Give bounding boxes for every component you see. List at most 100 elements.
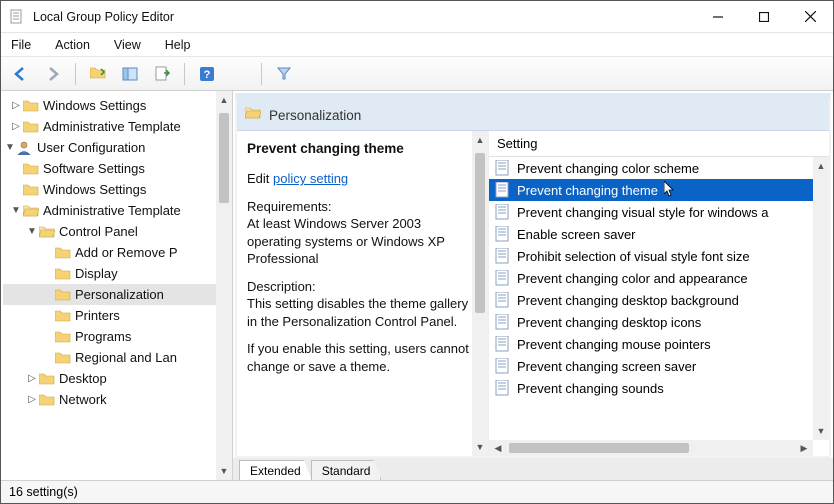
setting-item-label: Prevent changing theme xyxy=(517,183,658,198)
caret-collapsed-icon[interactable]: ▷ xyxy=(9,121,23,132)
policy-icon xyxy=(495,270,511,286)
titlebar: Local Group Policy Editor xyxy=(1,1,833,33)
minimize-button[interactable] xyxy=(695,1,741,32)
setting-item-label: Prevent changing sounds xyxy=(517,381,664,396)
tree-item-label: User Configuration xyxy=(37,140,145,155)
menu-file[interactable]: File xyxy=(11,38,31,52)
tree-item-network[interactable]: ▷ Network xyxy=(3,389,230,410)
tab-standard[interactable]: Standard xyxy=(311,460,382,480)
list-scrollbar[interactable]: ▲ ▼ xyxy=(813,157,829,440)
scroll-thumb[interactable] xyxy=(475,153,485,313)
tree-scrollbar[interactable]: ▲ ▼ xyxy=(216,91,232,480)
tree-item-label: Display xyxy=(75,266,118,281)
scroll-thumb[interactable] xyxy=(509,443,689,453)
setting-item[interactable]: Prevent changing sounds xyxy=(489,377,813,399)
setting-item[interactable]: Prevent changing mouse pointers xyxy=(489,333,813,355)
folder-icon xyxy=(55,288,71,302)
export-button[interactable] xyxy=(148,61,176,87)
setting-item-label: Prevent changing color scheme xyxy=(517,161,699,176)
folder-icon xyxy=(23,204,39,218)
setting-item[interactable]: Enable screen saver xyxy=(489,223,813,245)
tree-item-regional-and-lan[interactable]: Regional and Lan xyxy=(3,347,230,368)
folder-icon xyxy=(55,246,71,260)
scroll-down-icon[interactable]: ▼ xyxy=(216,462,232,480)
scroll-up-icon[interactable]: ▲ xyxy=(813,157,829,175)
scroll-left-icon[interactable]: ◀ xyxy=(489,443,507,454)
setting-item[interactable]: Prevent changing color scheme xyxy=(489,157,813,179)
back-button[interactable] xyxy=(7,61,35,87)
tree-item-add-or-remove-p[interactable]: Add or Remove P xyxy=(3,242,230,263)
tree-item-windows-settings[interactable]: ▷Windows Settings xyxy=(3,95,230,116)
policy-icon xyxy=(495,292,511,308)
maximize-button[interactable] xyxy=(741,1,787,32)
filter-button[interactable] xyxy=(270,61,298,87)
policy-icon xyxy=(495,204,511,220)
caret-collapsed-icon[interactable]: ▷ xyxy=(25,373,39,384)
setting-title: Prevent changing theme xyxy=(247,141,478,156)
main-split: ▷Windows Settings▷Administrative Templat… xyxy=(1,91,833,481)
tree-item-control-panel[interactable]: ▼Control Panel xyxy=(3,221,230,242)
user-icon xyxy=(17,141,33,155)
tree-item-administrative-template[interactable]: ▼ Administrative Template xyxy=(3,200,230,221)
description-footer: If you enable this setting, users cannot… xyxy=(247,340,478,375)
up-button[interactable] xyxy=(84,61,112,87)
bottom-tabs: Extended Standard xyxy=(233,458,833,480)
setting-item-label: Prevent changing screen saver xyxy=(517,359,696,374)
scroll-thumb[interactable] xyxy=(219,113,229,203)
folder-icon xyxy=(55,330,71,344)
setting-item[interactable]: Prohibit selection of visual style font … xyxy=(489,245,813,267)
edit-policy-link[interactable]: policy setting xyxy=(273,171,348,186)
tree-item-programs[interactable]: Programs xyxy=(3,326,230,347)
tab-extended[interactable]: Extended xyxy=(239,460,312,480)
setting-item-label: Prevent changing color and appearance xyxy=(517,271,748,286)
tree-item-label: Network xyxy=(59,392,107,407)
setting-item[interactable]: Prevent changing desktop icons xyxy=(489,311,813,333)
description-label: Description: xyxy=(247,279,316,294)
menu-action[interactable]: Action xyxy=(55,38,90,52)
content-header: Personalization xyxy=(237,101,829,131)
tree-item-windows-settings[interactable]: Windows Settings xyxy=(3,179,230,200)
folder-icon xyxy=(23,162,39,176)
setting-item-label: Prevent changing desktop background xyxy=(517,293,739,308)
window-title: Local Group Policy Editor xyxy=(33,10,695,24)
tree-item-desktop[interactable]: ▷Desktop xyxy=(3,368,230,389)
setting-item[interactable]: Prevent changing color and appearance xyxy=(489,267,813,289)
setting-item[interactable]: Prevent changing desktop background xyxy=(489,289,813,311)
tree-item-administrative-template[interactable]: ▷Administrative Template xyxy=(3,116,230,137)
tree-item-personalization[interactable]: Personalization xyxy=(3,284,230,305)
desc-scrollbar[interactable]: ▲ ▼ xyxy=(472,131,488,456)
right-pane: Personalization Prevent changing theme E… xyxy=(233,91,833,480)
tree-item-printers[interactable]: Printers xyxy=(3,305,230,326)
menu-view[interactable]: View xyxy=(114,38,141,52)
caret-expanded-icon[interactable]: ▼ xyxy=(9,205,23,216)
caret-expanded-icon[interactable]: ▼ xyxy=(3,142,17,153)
scroll-up-icon[interactable]: ▲ xyxy=(472,131,488,149)
folder-icon xyxy=(23,183,39,197)
tree-pane: ▷Windows Settings▷Administrative Templat… xyxy=(1,91,233,480)
list-header[interactable]: Setting xyxy=(489,131,829,157)
help-button[interactable]: ? xyxy=(193,61,221,87)
scroll-down-icon[interactable]: ▼ xyxy=(472,438,488,456)
tree-item-user-configuration[interactable]: ▼ User Configuration xyxy=(3,137,230,158)
folder-icon xyxy=(55,309,71,323)
menu-help[interactable]: Help xyxy=(165,38,191,52)
tree-item-label: Administrative Template xyxy=(43,203,181,218)
caret-collapsed-icon[interactable]: ▷ xyxy=(9,100,23,111)
scroll-right-icon[interactable]: ▶ xyxy=(795,443,813,454)
setting-item[interactable]: Prevent changing screen saver xyxy=(489,355,813,377)
folder-icon xyxy=(39,393,55,407)
tree-item-label: Regional and Lan xyxy=(75,350,177,365)
show-hide-tree-button[interactable] xyxy=(116,61,144,87)
scroll-down-icon[interactable]: ▼ xyxy=(813,422,829,440)
scroll-up-icon[interactable]: ▲ xyxy=(216,91,232,109)
forward-button[interactable] xyxy=(39,61,67,87)
caret-expanded-icon[interactable]: ▼ xyxy=(25,226,39,237)
setting-item[interactable]: Prevent changing visual style for window… xyxy=(489,201,813,223)
tree-item-label: Windows Settings xyxy=(43,182,146,197)
setting-item[interactable]: Prevent changing theme xyxy=(489,179,813,201)
tree-item-software-settings[interactable]: Software Settings xyxy=(3,158,230,179)
list-hscrollbar[interactable]: ◀ ▶ xyxy=(489,440,813,456)
close-button[interactable] xyxy=(787,1,833,32)
tree-item-display[interactable]: Display xyxy=(3,263,230,284)
caret-collapsed-icon[interactable]: ▷ xyxy=(25,394,39,405)
